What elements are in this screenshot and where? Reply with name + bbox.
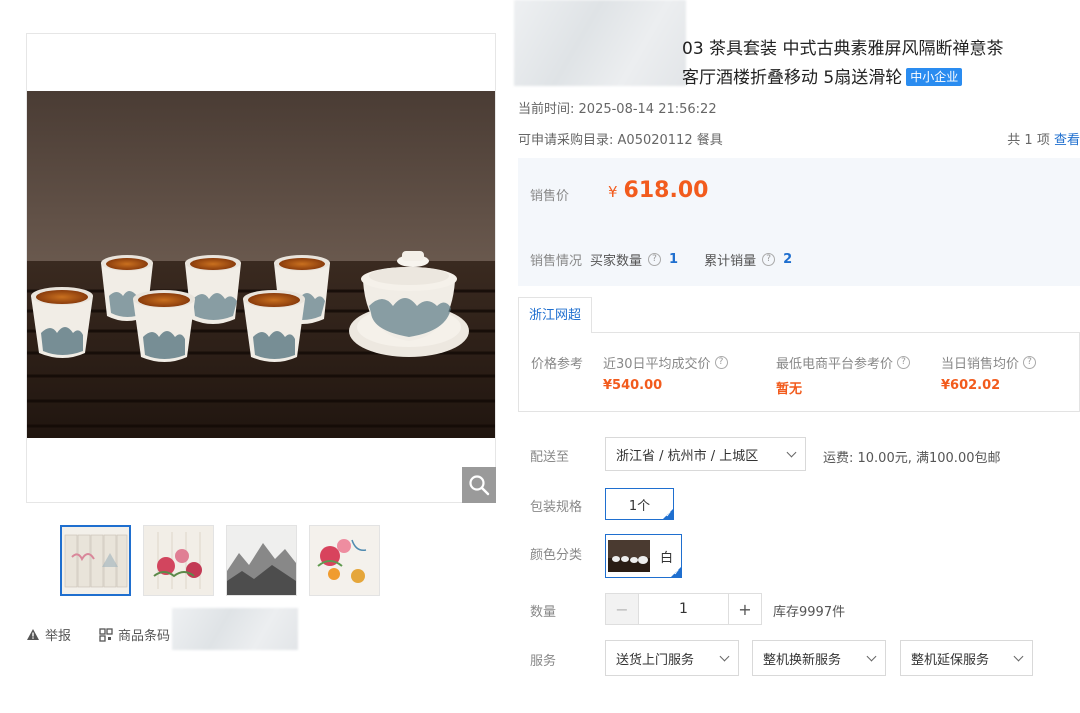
search-icon bbox=[469, 475, 490, 496]
question-circle-icon[interactable]: ? bbox=[648, 253, 662, 266]
barcode-label: 商品条码 bbox=[118, 629, 171, 644]
thumbnail-2[interactable] bbox=[143, 525, 214, 596]
price-panel: 销售价 ¥618.00 销售情况 买家数量 ? 1 累计销量 ? 2 bbox=[518, 158, 1080, 286]
barcode-icon bbox=[99, 627, 113, 642]
price-currency: ¥ bbox=[608, 183, 618, 201]
buyers-value: 1 bbox=[669, 252, 679, 267]
title-line-1: 03 茶具套装 中式古典素雅屏风隔断禅意茶 bbox=[682, 39, 1004, 59]
zoom-button[interactable] bbox=[462, 467, 496, 503]
catalog-info: 可申请采购目录: A05020112 餐具 bbox=[518, 129, 723, 148]
reference-col-1-value: ¥540.00 bbox=[603, 378, 663, 393]
reference-label: 价格参考 bbox=[531, 357, 584, 372]
color-label: 颜色分类 bbox=[530, 548, 583, 563]
sales-row: 销售情况 买家数量 ? 1 累计销量 ? 2 bbox=[530, 250, 792, 269]
delivery-region-value: 浙江省 / 杭州市 / 上城区 bbox=[616, 448, 759, 464]
warning-icon bbox=[27, 629, 39, 640]
catalog-count-text: 共 1 项 bbox=[1007, 133, 1050, 148]
report-label: 举报 bbox=[45, 629, 72, 644]
color-swatch-image bbox=[608, 540, 650, 572]
report-link[interactable]: 举报 bbox=[26, 625, 71, 644]
quantity-input[interactable] bbox=[639, 593, 728, 625]
main-image-frame bbox=[26, 33, 496, 503]
thumbnail-3[interactable] bbox=[226, 525, 297, 596]
chevron-down-icon bbox=[719, 651, 730, 661]
quantity-increase-button[interactable]: + bbox=[728, 593, 762, 625]
service-select-replacement[interactable]: 整机换新服务 bbox=[752, 640, 886, 676]
reference-tabs: 浙江网超 bbox=[518, 297, 593, 333]
redacted-barcode bbox=[172, 608, 298, 650]
reference-col-3-label: 当日销售均价 bbox=[941, 357, 1020, 372]
product-main-image[interactable] bbox=[27, 91, 495, 438]
tab-zhejiang[interactable]: 浙江网超 bbox=[518, 297, 593, 333]
service-option-3: 整机延保服务 bbox=[911, 652, 990, 668]
reference-col-2-value: 暂无 bbox=[776, 382, 803, 397]
catalog-count: 共 1 项 查看 bbox=[1007, 129, 1080, 148]
reference-col-1-label: 近30日平均成交价 bbox=[603, 357, 711, 372]
thumbnail-strip bbox=[60, 525, 380, 596]
quantity-label: 数量 bbox=[530, 605, 557, 620]
left-links: 举报 商品条码 bbox=[26, 625, 170, 644]
current-time-label: 当前时间: bbox=[518, 102, 575, 117]
delivery-label: 配送至 bbox=[530, 450, 570, 465]
service-label: 服务 bbox=[530, 654, 557, 669]
reference-col-1: 近30日平均成交价? ¥540.00 bbox=[603, 353, 728, 393]
check-icon: ✓ bbox=[665, 510, 672, 519]
price-reference-box: 价格参考 近30日平均成交价? ¥540.00 最低电商平台参考价? 暂无 当日… bbox=[518, 332, 1080, 412]
catalog-value: A05020112 餐具 bbox=[617, 133, 723, 148]
chevron-down-icon bbox=[1013, 651, 1024, 661]
title-line-2: 客厅酒楼折叠移动 5扇送滑轮 中小企业 bbox=[682, 63, 963, 93]
chevron-down-icon bbox=[786, 447, 797, 457]
cumulative-value: 2 bbox=[783, 252, 793, 267]
shipping-info: 运费: 10.00元, 满100.00包邮 bbox=[823, 451, 1001, 466]
color-option-white[interactable]: 白 ✓ bbox=[605, 534, 682, 578]
delivery-region-select[interactable]: 浙江省 / 杭州市 / 上城区 bbox=[605, 437, 806, 471]
sme-badge: 中小企业 bbox=[906, 68, 963, 86]
question-circle-icon[interactable]: ? bbox=[762, 253, 776, 266]
barcode-link[interactable]: 商品条码 bbox=[99, 625, 170, 644]
quantity-decrease-button[interactable]: − bbox=[605, 593, 639, 625]
package-label: 包装规格 bbox=[530, 500, 583, 515]
title-line-2-text: 客厅酒楼折叠移动 5扇送滑轮 bbox=[682, 68, 903, 88]
package-option-1[interactable]: 1个 ✓ bbox=[605, 488, 674, 520]
view-catalog-link[interactable]: 查看 bbox=[1054, 133, 1080, 148]
thumbnail-4[interactable] bbox=[309, 525, 380, 596]
current-time: 当前时间: 2025-08-14 21:56:22 bbox=[518, 98, 717, 117]
check-icon: ✓ bbox=[673, 568, 680, 577]
reference-col-3: 当日销售均价? ¥602.02 bbox=[941, 353, 1037, 393]
sales-label: 销售情况 bbox=[530, 254, 583, 269]
buyers-label: 买家数量 bbox=[590, 254, 643, 269]
thumbnail-1[interactable] bbox=[60, 525, 131, 596]
catalog-label: 可申请采购目录: bbox=[518, 133, 614, 148]
service-option-2: 整机换新服务 bbox=[763, 652, 842, 668]
reference-col-3-value: ¥602.02 bbox=[941, 378, 1001, 393]
question-circle-icon[interactable]: ? bbox=[714, 356, 728, 369]
reference-col-2: 最低电商平台参考价? 暂无 bbox=[776, 353, 911, 397]
reference-col-2-label: 最低电商平台参考价 bbox=[776, 357, 894, 372]
redacted-title-prefix bbox=[514, 0, 686, 86]
package-option-label: 1个 bbox=[628, 498, 651, 514]
chevron-down-icon bbox=[866, 651, 877, 661]
price-label: 销售价 bbox=[530, 189, 570, 204]
service-option-1: 送货上门服务 bbox=[616, 652, 695, 668]
color-option-label: 白 bbox=[660, 550, 674, 566]
cumulative-label: 累计销量 bbox=[704, 254, 757, 269]
price-amount: 618.00 bbox=[623, 178, 709, 203]
question-circle-icon[interactable]: ? bbox=[1023, 356, 1037, 369]
service-select-delivery[interactable]: 送货上门服务 bbox=[605, 640, 739, 676]
current-time-value: 2025-08-14 21:56:22 bbox=[578, 102, 717, 117]
service-select-warranty[interactable]: 整机延保服务 bbox=[900, 640, 1033, 676]
stock-info: 库存9997件 bbox=[773, 605, 846, 620]
question-circle-icon[interactable]: ? bbox=[897, 356, 911, 369]
price-value: ¥618.00 bbox=[608, 178, 708, 203]
